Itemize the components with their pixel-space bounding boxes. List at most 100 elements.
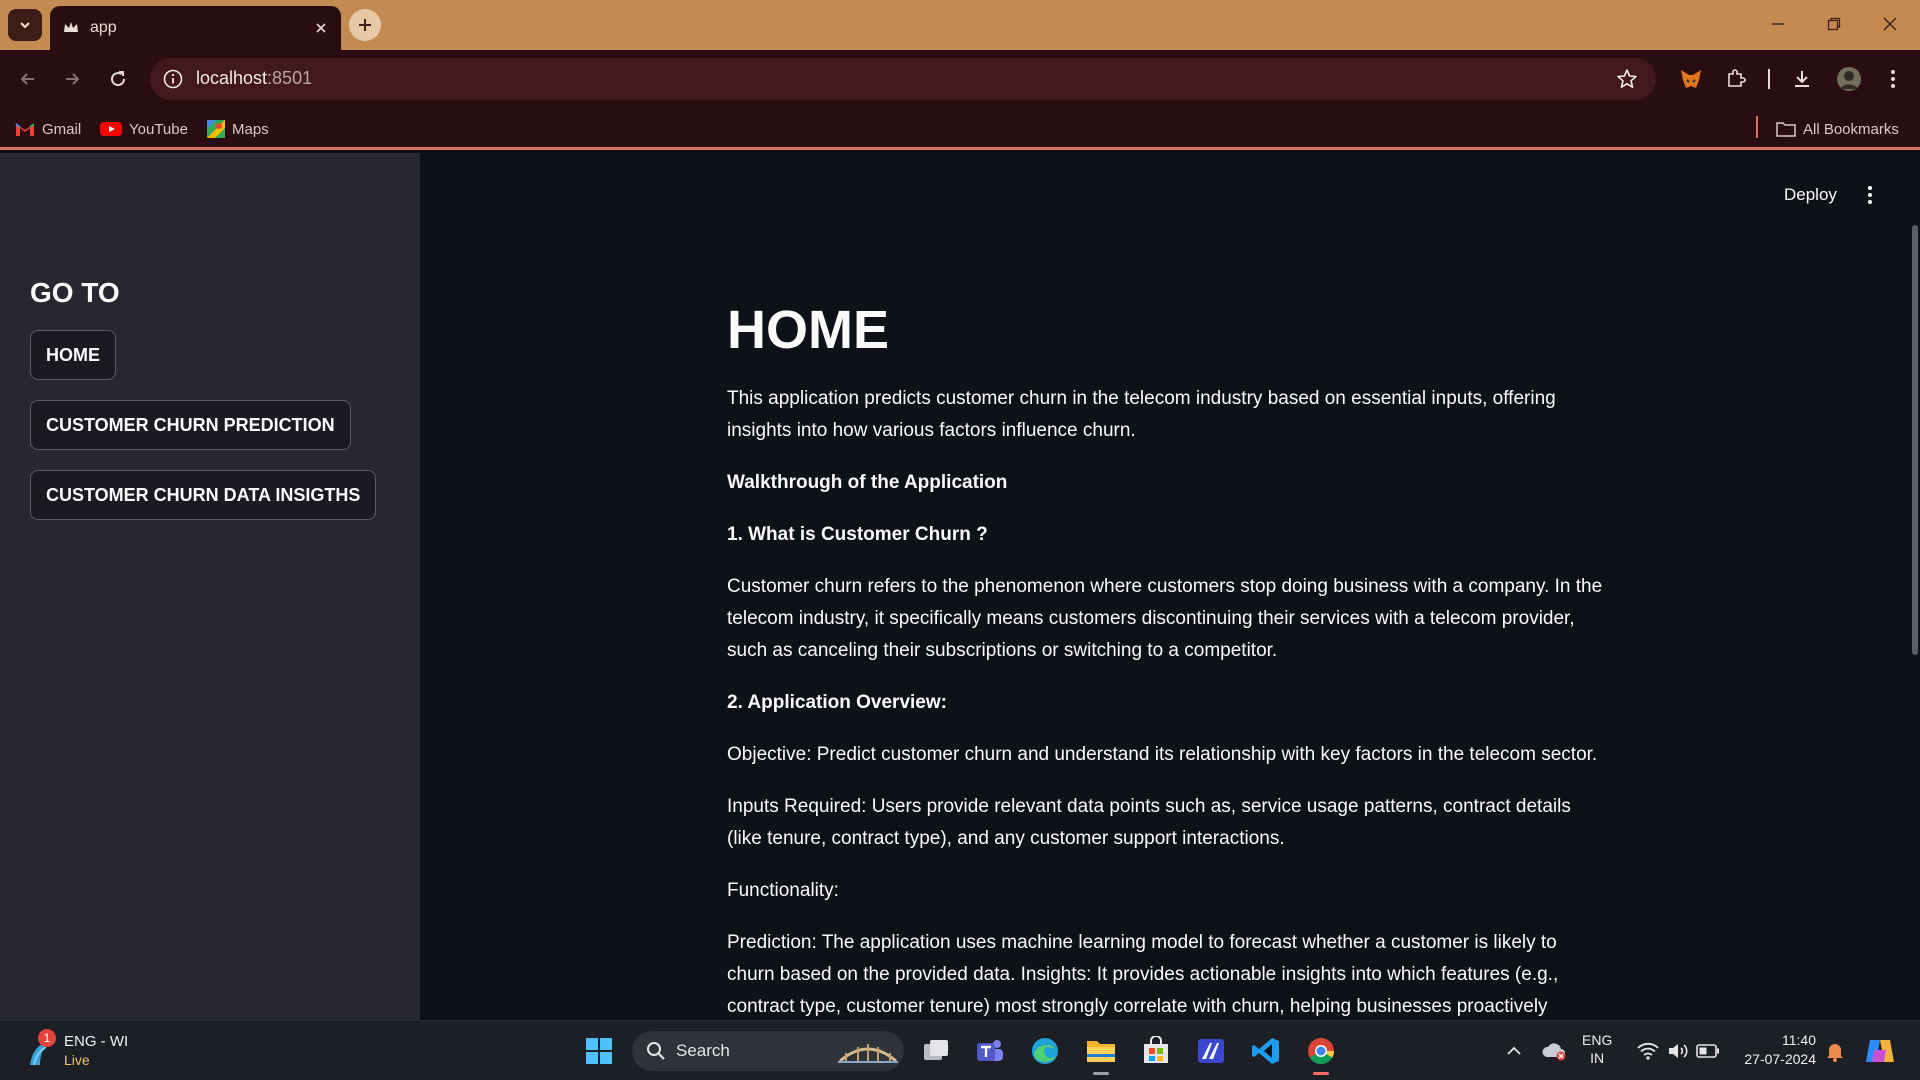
- clock-time: 11:40: [1782, 1032, 1816, 1048]
- weather-status: Live: [64, 1052, 90, 1068]
- fox-icon: [1681, 70, 1701, 88]
- sidebar-button-churn-prediction[interactable]: CUSTOMER CHURN PREDICTION: [30, 400, 351, 450]
- download-icon: [1795, 71, 1809, 87]
- app-tile-icon: [1198, 1039, 1224, 1063]
- language-indicator[interactable]: ENG IN: [1582, 1031, 1612, 1067]
- clock-date: 27-07-2024: [1744, 1051, 1816, 1067]
- tab-close-button[interactable]: [311, 18, 331, 38]
- main-menu-button[interactable]: [1860, 183, 1880, 207]
- all-bookmarks-label: All Bookmarks: [1803, 120, 1899, 138]
- kebab-menu-icon: [1891, 70, 1895, 88]
- sidebar-heading: GO TO: [30, 277, 120, 308]
- chrome-icon: [1308, 1038, 1335, 1065]
- kebab-menu-icon: [1868, 186, 1872, 204]
- bookmark-maps[interactable]: Maps: [207, 118, 269, 140]
- site-info-icon[interactable]: [162, 68, 184, 90]
- task-view-button[interactable]: [918, 1033, 954, 1069]
- bookmark-gmail[interactable]: Gmail: [15, 118, 81, 140]
- bookmarks-bar: Gmail YouTube Maps All Bookmarks: [0, 108, 1920, 150]
- reload-button[interactable]: [103, 64, 133, 94]
- system-clock[interactable]: 11:40 27-07-2024: [1736, 1031, 1816, 1069]
- forward-button[interactable]: [57, 64, 87, 94]
- bookmark-youtube[interactable]: YouTube: [100, 118, 188, 140]
- bookmarks-divider: [1756, 116, 1758, 138]
- profile-avatar[interactable]: [1836, 66, 1862, 92]
- teams-app[interactable]: [972, 1033, 1008, 1069]
- chrome-app[interactable]: [1303, 1033, 1339, 1075]
- bell-icon: [1827, 1044, 1843, 1062]
- page-content: HOME This application predicts customer …: [727, 299, 1607, 1020]
- sidebar-button-churn-insights[interactable]: CUSTOMER CHURN DATA INSIGTHS: [30, 470, 377, 520]
- copilot-icon: [1866, 1040, 1894, 1062]
- browser-tab-active[interactable]: app: [50, 6, 341, 50]
- browser-tab-strip: app: [0, 0, 1920, 50]
- folder-icon: [1776, 122, 1796, 137]
- bookmark-label: Gmail: [42, 120, 82, 138]
- back-button[interactable]: [13, 64, 43, 94]
- browser-menu-button[interactable]: [1880, 66, 1906, 92]
- section2-heading: 2. Application Overview:: [727, 692, 947, 713]
- toolbar-divider: [1768, 69, 1770, 89]
- vscode-icon: [1252, 1038, 1279, 1064]
- store-icon: [1144, 1036, 1168, 1063]
- walkthrough-heading: Walkthrough of the Application: [727, 472, 1008, 493]
- section1-paragraph: Customer churn refers to the phenomenon …: [727, 576, 1603, 661]
- file-explorer-app[interactable]: [1083, 1033, 1119, 1075]
- intro-paragraph: This application predicts customer churn…: [727, 388, 1556, 441]
- copilot-button[interactable]: [1862, 1033, 1898, 1069]
- all-bookmarks-button[interactable]: All Bookmarks: [1776, 118, 1899, 140]
- url-port: :8501: [267, 68, 313, 88]
- downloads-button[interactable]: [1789, 66, 1815, 92]
- bookmark-star-icon[interactable]: [1616, 68, 1638, 90]
- taskbar-search[interactable]: Search: [632, 1031, 904, 1071]
- address-bar[interactable]: localhost:8501: [150, 58, 1656, 100]
- url-host: localhost: [196, 68, 268, 88]
- chevron-up-icon: [1507, 1046, 1521, 1055]
- restore-icon: [1827, 17, 1841, 31]
- battery-icon: [1696, 1044, 1719, 1058]
- running-indicator: [1093, 1072, 1109, 1075]
- url-text: localhost:8501: [196, 68, 312, 89]
- close-icon: [316, 23, 326, 33]
- reload-icon: [111, 71, 126, 87]
- main-scrollbar[interactable]: [1912, 225, 1918, 655]
- task-view-icon: [924, 1040, 948, 1060]
- chevron-down-icon: [20, 22, 30, 29]
- browser-toolbar: localhost:8501: [0, 50, 1920, 108]
- extensions-button[interactable]: [1723, 66, 1749, 92]
- language-code: ENG: [1582, 1032, 1613, 1048]
- vscode-app[interactable]: [1248, 1033, 1284, 1069]
- folder-icon: [1087, 1041, 1115, 1062]
- sidebar: GO TO HOME CUSTOMER CHURN PREDICTION CUS…: [0, 153, 420, 1020]
- power-automate-app[interactable]: [1193, 1033, 1229, 1069]
- battery-status[interactable]: [1690, 1033, 1726, 1069]
- microsoft-store-app[interactable]: [1138, 1033, 1174, 1069]
- notifications-button[interactable]: [1817, 1033, 1853, 1069]
- start-button[interactable]: [581, 1033, 617, 1069]
- onedrive-status[interactable]: [1536, 1033, 1572, 1069]
- sidebar-button-home[interactable]: HOME: [30, 330, 116, 380]
- taskbar: 1 ENG - WI Live Search ENG IN 11:40 27-0…: [0, 1020, 1920, 1080]
- youtube-icon: [100, 122, 122, 136]
- new-tab-button[interactable]: [349, 9, 381, 41]
- metamask-extension-icon[interactable]: [1678, 66, 1704, 92]
- bookmark-label: Maps: [232, 120, 269, 138]
- minimize-button[interactable]: [1758, 8, 1798, 40]
- arrow-right-icon: [66, 73, 80, 85]
- functionality-label: Functionality:: [727, 880, 839, 901]
- deploy-button[interactable]: Deploy: [1784, 185, 1837, 205]
- tab-search-button[interactable]: [8, 9, 42, 41]
- restore-button[interactable]: [1814, 8, 1854, 40]
- edge-app[interactable]: [1027, 1033, 1063, 1069]
- gmail-icon: [15, 123, 35, 136]
- section1-heading: 1. What is Customer Churn ?: [727, 524, 988, 545]
- page-title: HOME: [727, 300, 889, 360]
- edge-icon: [1032, 1038, 1058, 1064]
- show-hidden-icons-button[interactable]: [1496, 1033, 1532, 1069]
- search-label: Search: [676, 1041, 730, 1060]
- weather-widget[interactable]: 1 ENG - WI Live: [24, 1029, 144, 1071]
- notification-badge: 1: [38, 1029, 56, 1047]
- search-icon: [647, 1042, 665, 1060]
- close-window-button[interactable]: [1870, 8, 1910, 40]
- windows-logo-icon: [586, 1038, 612, 1064]
